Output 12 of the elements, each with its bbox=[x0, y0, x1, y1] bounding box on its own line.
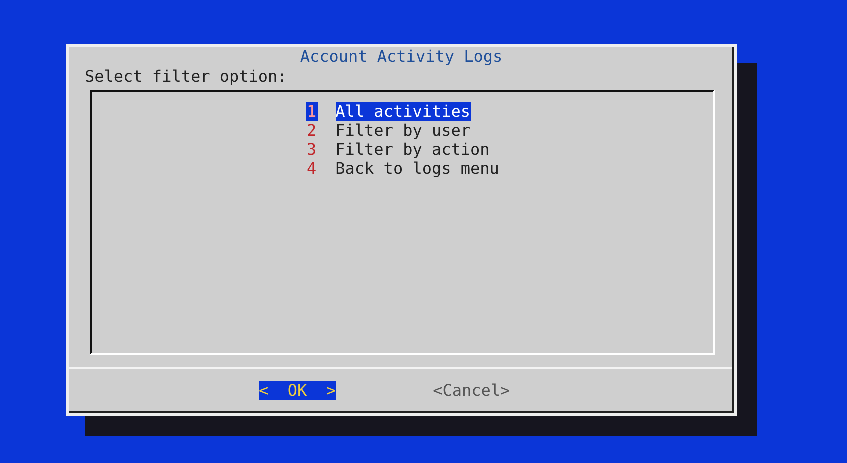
menu-item[interactable]: Filter by user bbox=[336, 121, 470, 140]
menu-item-number[interactable]: 2 bbox=[306, 121, 318, 140]
menu-item-number[interactable]: 3 bbox=[306, 140, 318, 159]
menu-item[interactable]: Back to logs menu bbox=[336, 159, 500, 178]
menu-item-number[interactable]: 1 bbox=[306, 102, 318, 121]
menu-item[interactable]: All activities bbox=[336, 102, 470, 121]
ok-button[interactable]: < OK > bbox=[259, 381, 336, 400]
menu-item-number[interactable]: 4 bbox=[306, 159, 318, 178]
prompt-text: Select filter option: bbox=[85, 67, 288, 86]
cancel-button[interactable]: <Cancel> bbox=[433, 381, 510, 400]
menu-item[interactable]: Filter by action bbox=[336, 140, 490, 159]
dialog-title: Account Activity Logs bbox=[299, 47, 504, 66]
